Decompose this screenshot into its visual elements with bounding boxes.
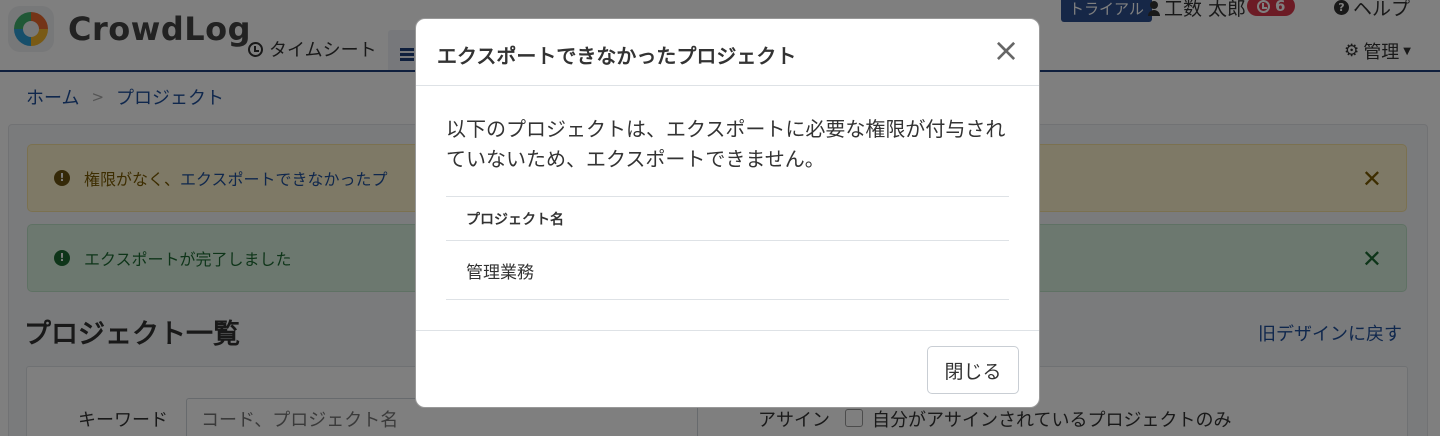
- table-header-row: プロジェクト名: [446, 196, 1009, 241]
- close-icon[interactable]: ×: [991, 33, 1021, 67]
- dialog-footer: 閉じる: [416, 331, 1039, 407]
- project-name-header: プロジェクト名: [446, 196, 1009, 241]
- project-name-cell: 管理業務: [446, 240, 1009, 300]
- dialog-header: エクスポートできなかったプロジェクト ×: [416, 19, 1039, 86]
- export-failed-dialog: エクスポートできなかったプロジェクト × 以下のプロジェクトは、エクスポートに必…: [415, 18, 1040, 408]
- table-row: 管理業務: [446, 240, 1009, 300]
- close-button[interactable]: 閉じる: [927, 346, 1019, 394]
- dialog-message: 以下のプロジェクトは、エクスポートに必要な権限が付与されていないため、エクスポー…: [446, 117, 1006, 171]
- dialog-title: エクスポートできなかったプロジェクト: [437, 44, 797, 68]
- failed-projects-table: プロジェクト名 管理業務: [446, 196, 1009, 300]
- dialog-body: 以下のプロジェクトは、エクスポートに必要な権限が付与されていないため、エクスポー…: [416, 86, 1039, 331]
